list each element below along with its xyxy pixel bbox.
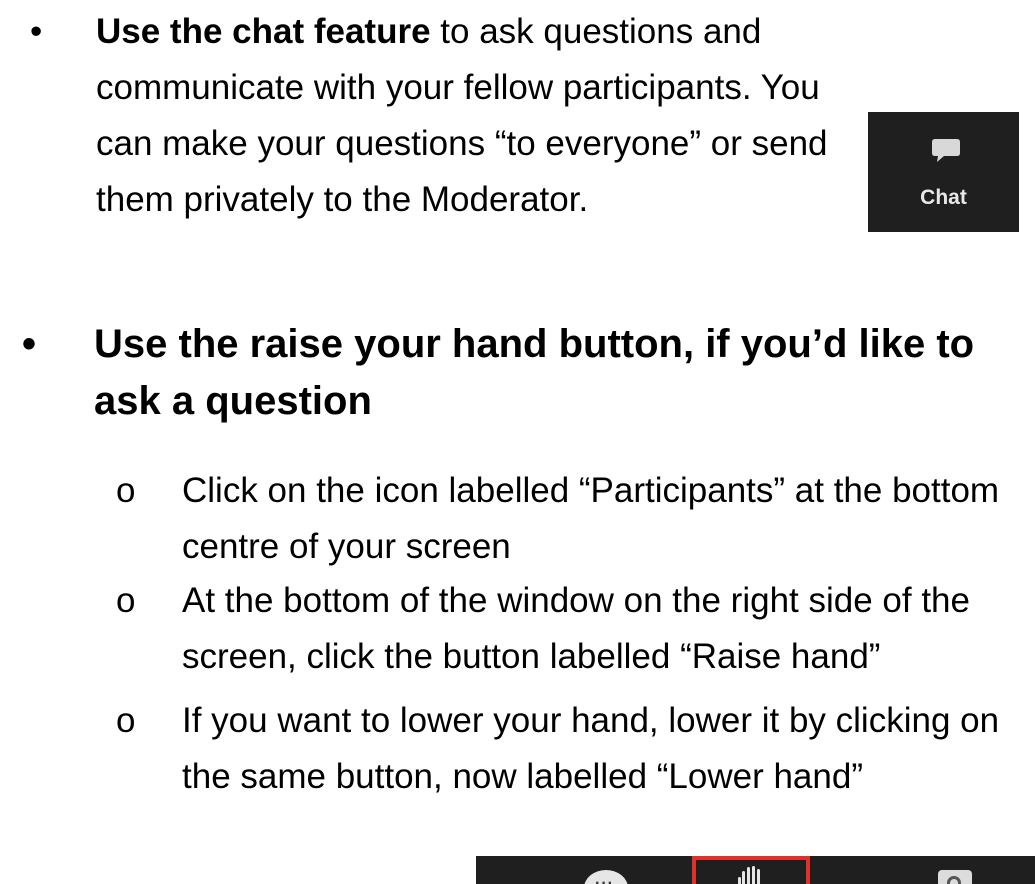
- sub-bullet-marker: o: [116, 471, 136, 510]
- speech-bubble-icon: [932, 139, 960, 162]
- chat-bubble-icon: ···: [584, 870, 628, 884]
- slide: • Use the chat feature to ask questions …: [0, 0, 1035, 884]
- chat-icon-label: Chat: [920, 186, 967, 209]
- bullet-chat-bold: Use the chat feature: [96, 12, 431, 51]
- chat-button-image: Chat: [868, 112, 1019, 232]
- bullet-chat-text: Use the chat feature to ask questions an…: [96, 4, 856, 228]
- step-text: If you want to lower your hand, lower it…: [182, 701, 1000, 796]
- sub-bullet-marker: o: [116, 581, 136, 620]
- step-text: Click on the icon labelled “Participants…: [182, 471, 1000, 566]
- raise-hand-icon: [738, 866, 760, 884]
- zoom-toolbar-image: ···: [476, 856, 1035, 884]
- sub-bullet-marker: o: [116, 701, 136, 740]
- step-text: At the bottom of the window on the right…: [182, 581, 970, 676]
- record-icon: [938, 870, 972, 884]
- raise-hand-highlight: [692, 856, 810, 884]
- bullet-marker: •: [30, 12, 43, 51]
- bullet-marker: •: [22, 322, 37, 366]
- bullet-raise-title: Use the raise your hand button, if you’d…: [94, 322, 975, 423]
